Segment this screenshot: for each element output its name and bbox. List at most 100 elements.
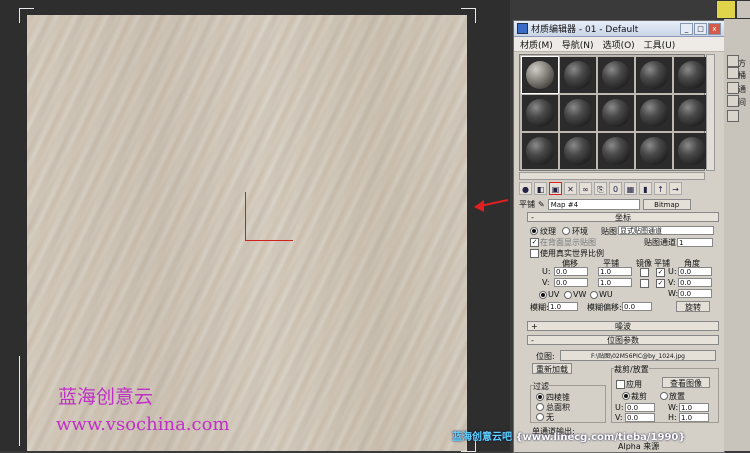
v-offset-input[interactable]: 0.0 <box>554 278 588 287</box>
sample-slot[interactable] <box>521 56 559 94</box>
sample-slot[interactable] <box>674 133 710 169</box>
safe-frame-corner <box>461 8 476 23</box>
v-tile-checkbox[interactable]: ✓ <box>656 279 665 288</box>
v-mirror-checkbox[interactable] <box>640 279 649 288</box>
menu-utilities[interactable]: 工具(U) <box>644 38 676 51</box>
show-map-on-back-checkbox[interactable]: ✓ <box>530 238 539 247</box>
crop-u-input[interactable]: 0.0 <box>625 403 655 412</box>
view-image-button[interactable]: 查看图像 <box>662 377 710 388</box>
coordinates-rollout-header[interactable]: - 坐标 <box>527 212 719 222</box>
sample-slot[interactable] <box>560 95 596 131</box>
put-to-scene-icon[interactable]: ◧ <box>534 182 547 195</box>
real-world-scale-checkbox[interactable] <box>530 249 539 258</box>
environ-label: 环境 <box>572 227 588 236</box>
transform-gizmo-x[interactable] <box>245 240 293 241</box>
w-angle-input[interactable]: 0.0 <box>678 289 712 298</box>
map-name-dropdown[interactable]: Map #4 <box>547 199 640 210</box>
wu-radio[interactable] <box>590 291 598 299</box>
crop-u-label: U: <box>615 403 624 412</box>
viewport[interactable]: 蓝海创意云 www.vsochina.com <box>0 0 510 452</box>
slots-vertical-scrollbar[interactable] <box>706 54 715 171</box>
sample-slot[interactable] <box>522 133 558 169</box>
viewport-button-a[interactable] <box>716 0 736 19</box>
sample-slot[interactable] <box>674 57 710 93</box>
pyramidal-radio[interactable] <box>536 393 544 401</box>
go-parent-icon[interactable]: ↑ <box>654 182 667 195</box>
environ-radio[interactable] <box>562 227 570 235</box>
crop-radio[interactable] <box>622 392 630 400</box>
uv-label: UV <box>548 290 560 299</box>
summed-area-radio[interactable] <box>536 403 544 411</box>
crop-h-input[interactable]: 1.0 <box>679 413 709 422</box>
menu-material[interactable]: 材质(M) <box>520 38 553 51</box>
crop-v-input[interactable]: 0.0 <box>625 413 655 422</box>
sample-slot[interactable] <box>560 57 596 93</box>
noise-rollout-header[interactable]: + 噪波 <box>527 321 719 331</box>
mapping-label: 贴图: <box>601 227 620 236</box>
show-end-result-icon[interactable]: ▮ <box>639 182 652 195</box>
forum-credit: 蓝海创意云吧 {www.linecg.com/tieba/1990} <box>452 428 686 443</box>
crop-w-input[interactable]: 1.0 <box>679 403 709 412</box>
slots-horizontal-scrollbar[interactable] <box>519 172 705 180</box>
map-channel-input[interactable]: 1 <box>677 238 713 247</box>
sample-slot[interactable] <box>636 95 672 131</box>
material-id-icon[interactable]: 0 <box>609 182 622 195</box>
u-angle-input[interactable]: 0.0 <box>678 267 712 276</box>
reload-button[interactable]: 重新加载 <box>532 363 572 374</box>
reset-map-icon[interactable]: ✕ <box>564 182 577 195</box>
show-map-on-back-label: 在背面显示贴图 <box>540 238 596 247</box>
show-map-icon[interactable]: ▦ <box>624 182 637 195</box>
none-radio[interactable] <box>536 413 544 421</box>
minimize-button[interactable]: _ <box>680 22 693 35</box>
crop-place-label: 裁剪/放置 <box>614 364 649 375</box>
put-library-icon[interactable]: ⎘ <box>594 182 607 195</box>
sample-slot[interactable] <box>598 133 634 169</box>
vw-radio[interactable] <box>564 291 572 299</box>
blur-offset-label: 模糊偏移: <box>587 303 622 312</box>
get-material-icon[interactable]: ● <box>519 182 532 195</box>
texture-radio[interactable] <box>530 227 538 235</box>
assign-to-selection-icon[interactable]: ▣ <box>549 182 562 195</box>
u-tiling-input[interactable]: 1.0 <box>598 267 632 276</box>
close-button[interactable]: x <box>708 22 721 35</box>
u-mirror-checkbox[interactable] <box>640 268 649 277</box>
v-angle-input[interactable]: 0.0 <box>678 278 712 287</box>
safe-frame-corner <box>19 8 34 23</box>
uv-radio[interactable] <box>539 291 547 299</box>
u-row-label: U: <box>542 267 551 276</box>
menu-options[interactable]: 选项(O) <box>603 38 635 51</box>
go-sibling-icon[interactable]: → <box>669 182 682 195</box>
blur-offset-input[interactable]: 0.0 <box>622 302 652 311</box>
mapping-dropdown[interactable]: 显式贴图通道 <box>618 226 714 235</box>
sample-slot[interactable] <box>598 57 634 93</box>
u-offset-input[interactable]: 0.0 <box>554 267 588 276</box>
v-tiling-input[interactable]: 1.0 <box>598 278 632 287</box>
bitmap-params-rollout-header[interactable]: - 位图参数 <box>527 335 719 345</box>
rotate-button[interactable]: 旋转 <box>676 301 710 312</box>
transform-gizmo-y[interactable] <box>245 192 246 240</box>
make-unique-icon[interactable]: ∞ <box>579 182 592 195</box>
sample-slot[interactable] <box>674 95 710 131</box>
sample-slot[interactable] <box>598 95 634 131</box>
maximize-button[interactable]: □ <box>694 22 707 35</box>
red-arrow-pointer <box>474 199 509 212</box>
menu-navigation[interactable]: 导航(N) <box>562 38 594 51</box>
u-tile-checkbox[interactable]: ✓ <box>656 268 665 277</box>
window-titlebar[interactable]: 材质编辑器 - 01 - Default _ □ x <box>514 21 724 37</box>
place-radio[interactable] <box>660 392 668 400</box>
watermark-line2: www.vsochina.com <box>56 414 230 435</box>
crop-label: 裁剪 <box>631 392 647 401</box>
sample-slot[interactable] <box>560 133 596 169</box>
options-icon[interactable] <box>727 110 739 122</box>
pick-from-object-icon[interactable]: ✎ <box>538 200 545 209</box>
blur-input[interactable]: 1.0 <box>548 302 578 311</box>
map-type-button[interactable]: Bitmap <box>642 199 691 210</box>
sample-slot[interactable] <box>636 57 672 93</box>
menu-bar: 材质(M) 导航(N) 选项(O) 工具(U) <box>514 37 724 52</box>
material-editor-window[interactable]: 材质编辑器 - 01 - Default _ □ x 材质(M) 导航(N) 选… <box>513 20 725 453</box>
viewport-button-b[interactable] <box>736 0 750 19</box>
sample-slot[interactable] <box>636 133 672 169</box>
sample-slot[interactable] <box>522 95 558 131</box>
bitmap-path-button[interactable]: F:\贴图\02M56PIC@by_1024.jpg <box>560 350 716 361</box>
apply-checkbox[interactable] <box>616 380 625 389</box>
